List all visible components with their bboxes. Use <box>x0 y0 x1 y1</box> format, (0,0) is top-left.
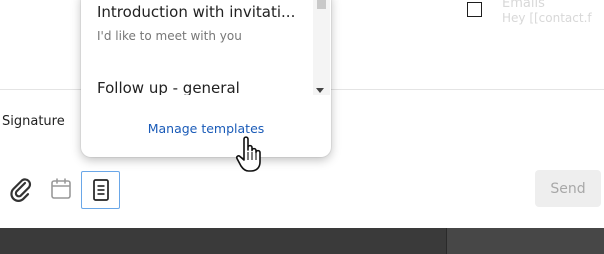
templates-dropdown: Introduction with invitati... I'd like t… <box>81 0 331 157</box>
template-item-title[interactable]: Follow up - general <box>97 79 240 95</box>
scroll-thumb[interactable] <box>317 0 326 9</box>
send-button[interactable]: Send <box>535 170 601 207</box>
row-checkbox[interactable] <box>467 2 482 17</box>
manage-templates-link[interactable]: Manage templates <box>81 121 331 136</box>
document-icon <box>92 179 109 201</box>
signature-label: Signature <box>2 114 65 129</box>
list-item-snippet: Hey [[contact.f <box>502 11 592 25</box>
hand-pointer-cursor-icon <box>234 134 268 174</box>
list-panel <box>447 228 604 254</box>
template-item-subtitle: I'd like to meet with you <box>97 29 242 43</box>
templates-list[interactable]: Introduction with invitati... I'd like t… <box>81 0 331 95</box>
background-list <box>0 228 604 254</box>
scrollbar[interactable] <box>313 0 330 95</box>
list-item-title: Emails <box>502 0 545 11</box>
template-item-title[interactable]: Introduction with invitati... <box>97 3 295 21</box>
scroll-down-arrow-icon[interactable] <box>316 88 324 93</box>
calendar-icon[interactable] <box>49 176 73 202</box>
paperclip-icon[interactable] <box>8 176 34 202</box>
templates-button[interactable] <box>81 171 120 209</box>
